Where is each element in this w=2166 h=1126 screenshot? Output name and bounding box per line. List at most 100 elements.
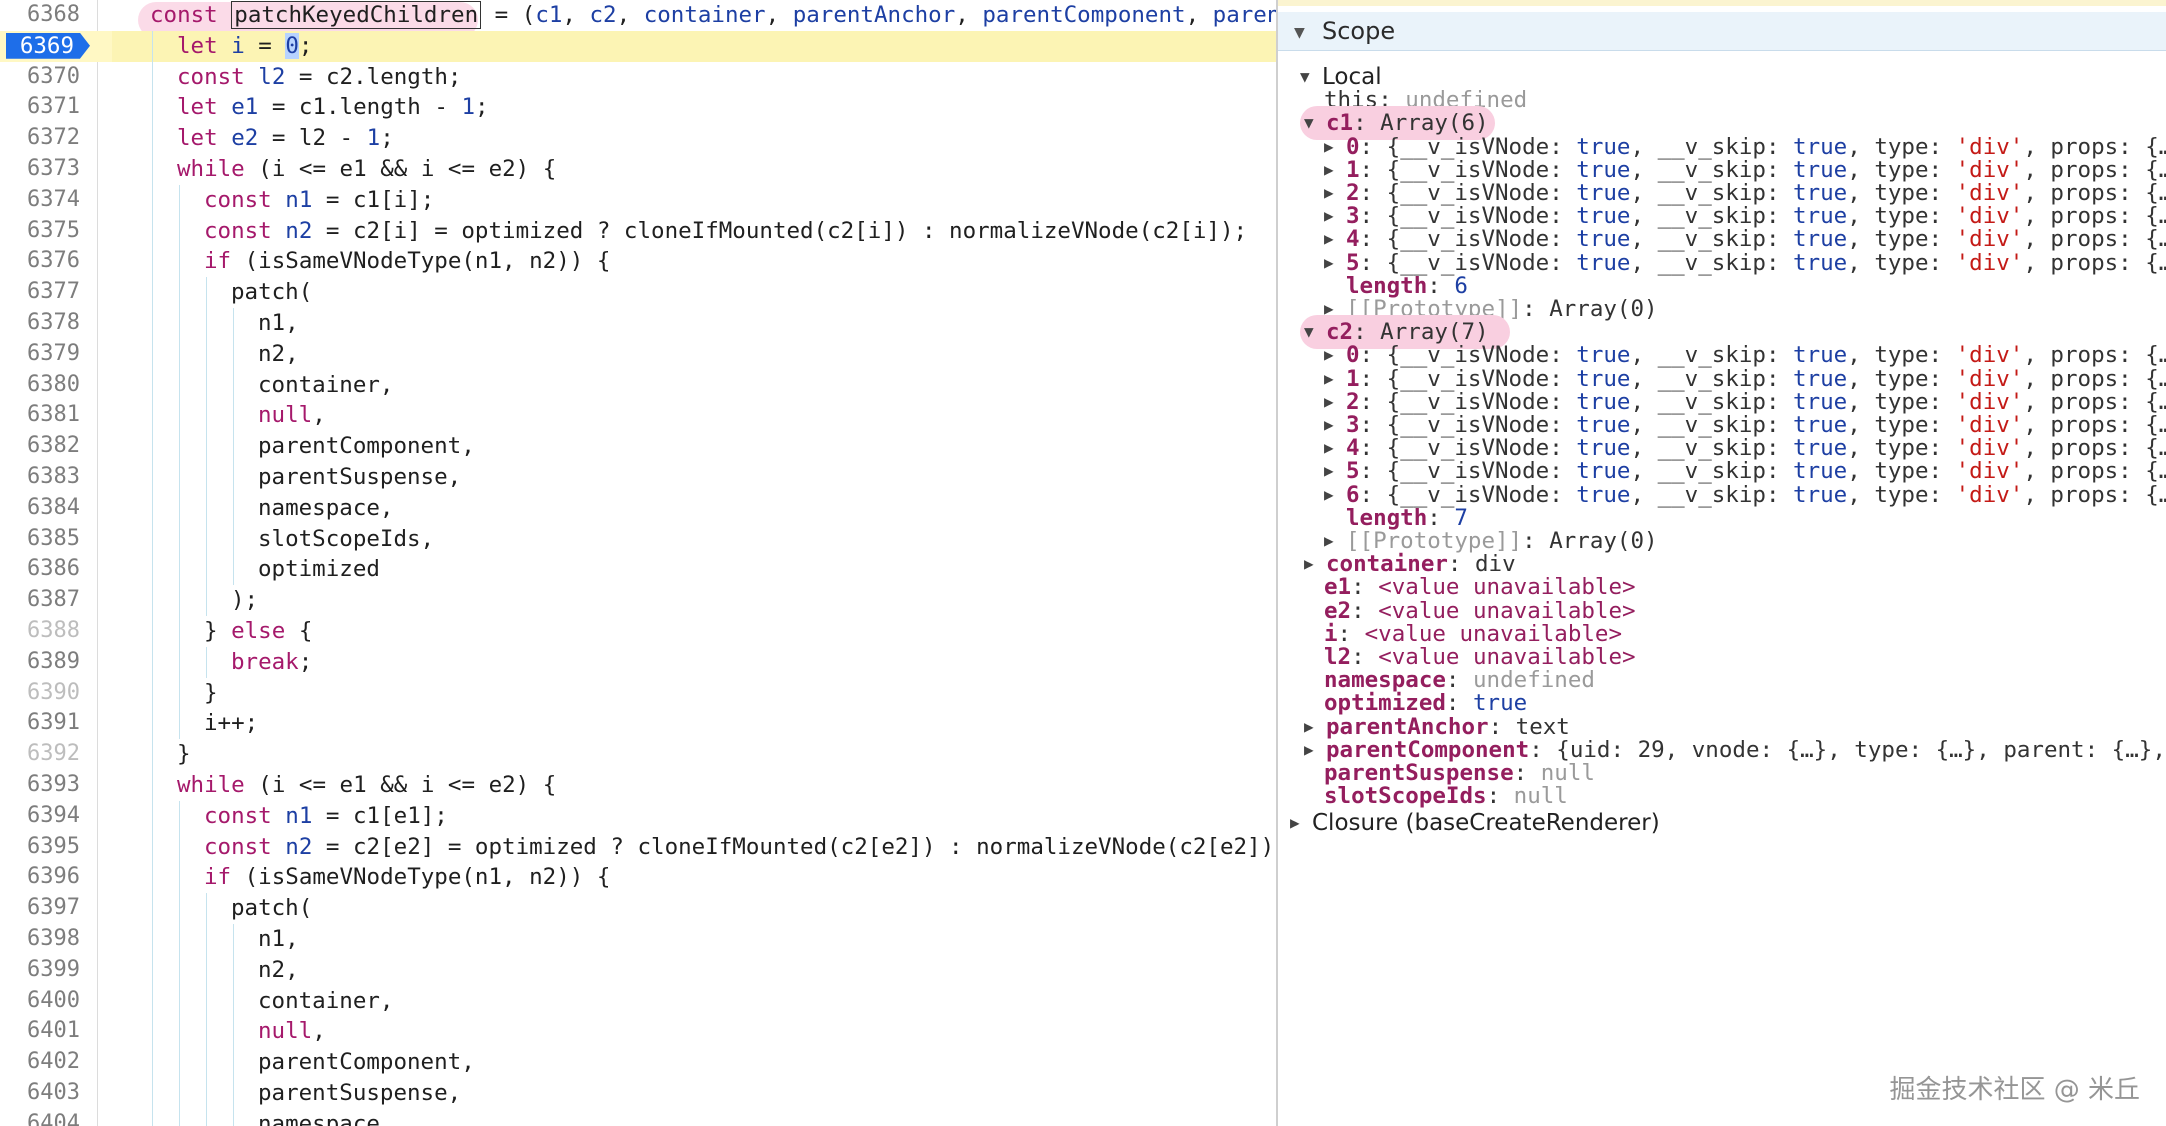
- indent-guide: [206, 277, 207, 308]
- indent-guide: [233, 461, 234, 493]
- code-text: break;: [231, 648, 313, 675]
- line-number[interactable]: 6379: [0, 339, 80, 370]
- indent-guide: [179, 1047, 180, 1078]
- collapse-triangle-icon[interactable]: ▶: [1304, 549, 1326, 579]
- indent-guide: [179, 708, 180, 740]
- line-number[interactable]: 6378: [0, 308, 80, 339]
- line-number[interactable]: 6403: [0, 1078, 80, 1109]
- indent-guide: [233, 1047, 234, 1078]
- collapse-triangle-icon[interactable]: ▶: [1290, 808, 1312, 838]
- line-number[interactable]: 6392: [0, 739, 80, 770]
- code-text: optimized: [258, 556, 380, 583]
- separator: :: [1549, 481, 1577, 508]
- code-line: 6397 patch(: [0, 893, 1276, 924]
- indent-guide: [152, 184, 153, 216]
- code-text: let e1 = c1.length - 1;: [177, 94, 489, 121]
- code-line: 6402 parentComponent,: [0, 1047, 1276, 1078]
- code-text: namespace: [258, 1110, 380, 1126]
- collapse-triangle-icon[interactable]: ▶: [1304, 735, 1326, 765]
- line-number[interactable]: 6368: [0, 0, 80, 31]
- breakpoint-marker[interactable]: 6369: [6, 32, 90, 59]
- code-editor[interactable]: 6368 const patchKeyedChildren = (c1, c2, …: [0, 0, 1276, 1126]
- expand-triangle-icon[interactable]: ▼: [1300, 62, 1322, 92]
- expand-triangle-icon[interactable]: ▼: [1304, 108, 1326, 138]
- line-number[interactable]: 6371: [0, 92, 80, 123]
- var-name: slotScopeIds: [1324, 783, 1487, 810]
- indent-guide: [179, 1016, 180, 1048]
- indent-guide: [152, 1047, 153, 1078]
- line-number[interactable]: 6397: [0, 893, 80, 924]
- line-number[interactable]: 6389: [0, 647, 80, 678]
- indent-guide: [179, 831, 180, 863]
- line-number[interactable]: 6394: [0, 801, 80, 832]
- indent-guide: [179, 277, 180, 308]
- indent-guide: [152, 369, 153, 401]
- indent-guide: [206, 1016, 207, 1048]
- line-number[interactable]: 6391: [0, 708, 80, 739]
- line-number[interactable]: 6376: [0, 246, 80, 277]
- code-text: while (i <= e1 && i <= e2) {: [177, 155, 557, 182]
- indent-guide: [233, 954, 234, 986]
- line-number[interactable]: 6387: [0, 585, 80, 616]
- item-value: 'div': [1955, 249, 2024, 276]
- indent-guide: [152, 1108, 153, 1126]
- collapse-triangle-icon[interactable]: ▶: [1324, 480, 1346, 510]
- collapse-triangle-icon[interactable]: ▶: [1324, 248, 1346, 278]
- indent-guide: [152, 61, 153, 93]
- indent-guide: [152, 554, 153, 586]
- scope-closure-header[interactable]: ▶ Closure (baseCreateRenderer): [1290, 808, 1660, 838]
- line-number[interactable]: 6402: [0, 1047, 80, 1078]
- var-value: : {uid: 29, vnode: {…}, type: {…}, paren…: [1529, 736, 2166, 763]
- expand-triangle-icon[interactable]: ▼: [1304, 317, 1326, 347]
- line-number[interactable]: 6388: [0, 616, 80, 647]
- line-number[interactable]: 6374: [0, 185, 80, 216]
- line-number[interactable]: 6381: [0, 400, 80, 431]
- line-number[interactable]: 6395: [0, 832, 80, 863]
- line-number[interactable]: 6398: [0, 924, 80, 955]
- line-number[interactable]: 6399: [0, 955, 80, 986]
- code-line: 6377 patch(: [0, 277, 1276, 308]
- line-number[interactable]: 6372: [0, 123, 80, 154]
- separator: :: [1928, 249, 1956, 276]
- indent-guide: [152, 246, 153, 278]
- line-number[interactable]: 6384: [0, 493, 80, 524]
- item-key: , __v_skip: [1630, 249, 1766, 276]
- line-number[interactable]: 6383: [0, 462, 80, 493]
- code-line: 6378 n1,: [0, 307, 1276, 339]
- line-number[interactable]: 6396: [0, 862, 80, 893]
- var-value: : Array(0): [1522, 296, 1658, 322]
- line-number[interactable]: 6377: [0, 277, 80, 308]
- line-number[interactable]: 6400: [0, 986, 80, 1017]
- scope-section-header[interactable]: ▼ Scope: [1278, 12, 2166, 51]
- indent-guide: [152, 985, 153, 1017]
- line-number[interactable]: 6393: [0, 770, 80, 801]
- line-number[interactable]: 6385: [0, 524, 80, 555]
- code-text: );: [231, 587, 259, 614]
- line-number[interactable]: 6375: [0, 216, 80, 247]
- indent-guide: [179, 800, 180, 832]
- line-number[interactable]: 6370: [0, 62, 80, 93]
- line-number[interactable]: 6401: [0, 1016, 80, 1047]
- var-value: : Array(0): [1522, 528, 1658, 554]
- line-number[interactable]: 6386: [0, 554, 80, 585]
- code-line: 6391 i++;: [0, 708, 1276, 740]
- indent-guide: [233, 985, 234, 1017]
- code-line: 6381 null,: [0, 400, 1276, 432]
- indent-guide: [206, 893, 207, 924]
- code-text: if (isSameVNodeType(n1, n2)) {: [204, 248, 611, 275]
- line-number[interactable]: 6380: [0, 370, 80, 401]
- indent-guide: [179, 585, 180, 616]
- line-number[interactable]: 6382: [0, 431, 80, 462]
- indent-guide: [152, 30, 153, 62]
- indent-guide: [179, 369, 180, 401]
- line-number[interactable]: 6404: [0, 1109, 80, 1126]
- code-line: 6384 namespace,: [0, 492, 1276, 524]
- indent-guide: [179, 461, 180, 493]
- indent-guide: [233, 1077, 234, 1109]
- line-number[interactable]: 6390: [0, 678, 80, 709]
- expand-triangle-icon[interactable]: ▼: [1294, 22, 1305, 43]
- indent-guide: [152, 1016, 153, 1048]
- code-text: container,: [258, 987, 394, 1014]
- line-number[interactable]: 6373: [0, 154, 80, 185]
- code-line: 6404 namespace: [0, 1108, 1276, 1126]
